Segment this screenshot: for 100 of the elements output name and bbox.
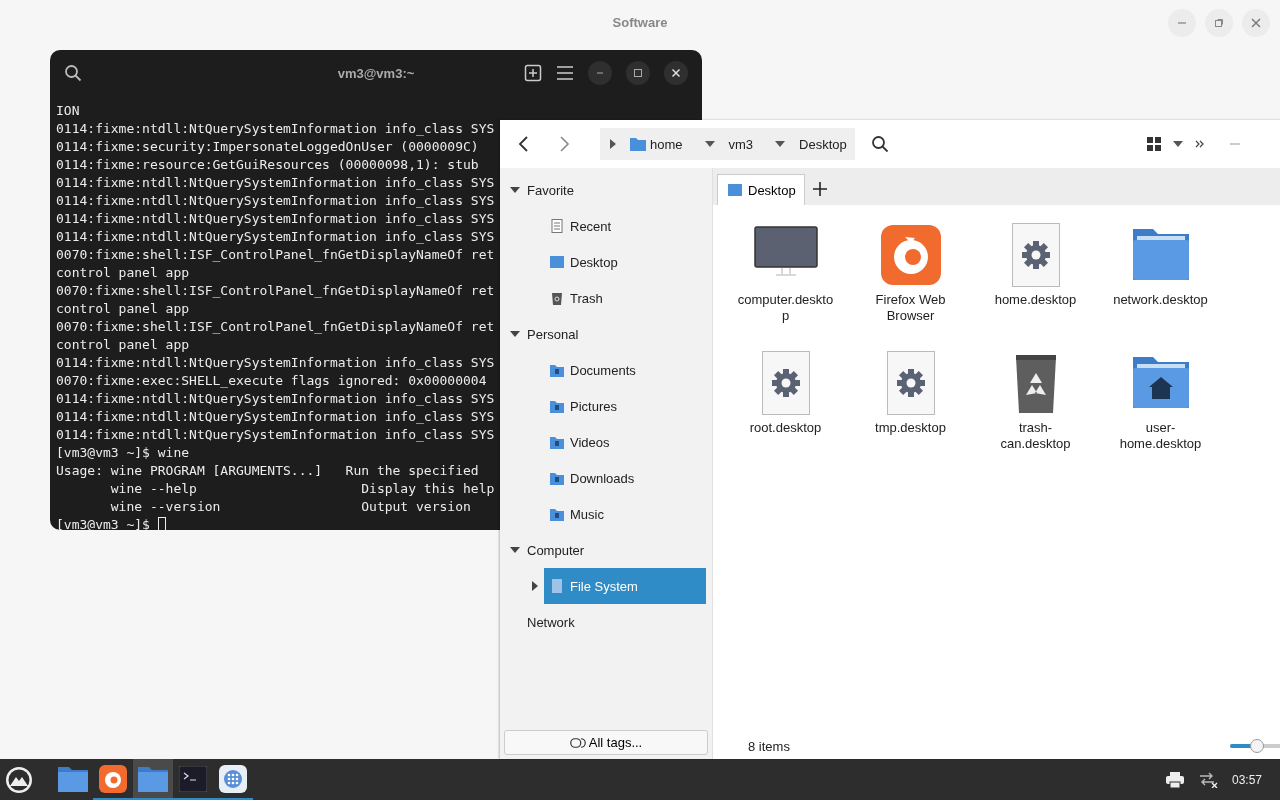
close-icon (671, 68, 681, 78)
desktop-icon (550, 255, 564, 269)
dropdown-caret-icon[interactable] (775, 141, 786, 147)
trash-icon (550, 291, 564, 305)
network-disconnected-icon[interactable] (1197, 771, 1218, 788)
sidebar-section[interactable]: Personal (527, 326, 579, 342)
file-name: computer.desktop (736, 292, 835, 324)
terminal-line: Usage: wine PROGRAM [ARGUMENTS...] Run the specified (56, 462, 479, 480)
printer-icon[interactable] (1165, 771, 1184, 788)
downloads-icon (550, 471, 564, 485)
terminal-line: 0114:fixme:ntdll:NtQuerySystemInformation info_class SYS (56, 174, 495, 192)
drive-icon (550, 579, 564, 593)
expand-arrow-icon[interactable] (509, 185, 520, 195)
sidebar-section[interactable]: Favorite (527, 182, 574, 198)
terminal-line: 0114:fixme:ntdll:NtQuerySystemInformation info_class SYS (56, 426, 495, 444)
expand-arrow-icon[interactable] (610, 139, 616, 149)
sidebar-item[interactable]: Trash (544, 280, 706, 316)
expand-arrow-icon[interactable] (509, 329, 520, 339)
terminal-line: ION (56, 102, 80, 120)
maximize-icon (633, 68, 643, 78)
terminal-line: 0114:fixme:ntdll:NtQuerySystemInformation info_class SYS (56, 390, 495, 408)
terminal-line: 0114:fixme:ntdll:NtQuerySystemInformation info_class SYS (56, 210, 495, 228)
tab[interactable]: Desktop (717, 174, 805, 205)
terminal-line: 0114:fixme:ntdll:NtQuerySystemInformation info_class SYS (56, 192, 495, 210)
sidebar-item[interactable]: File System (544, 568, 706, 604)
sidebar-item[interactable]: Music (544, 496, 706, 532)
terminal-icon (179, 765, 207, 792)
sidebar-item[interactable]: Videos (544, 424, 706, 460)
dropdown-caret-icon[interactable] (1173, 141, 1183, 147)
terminal-line: control panel app (56, 300, 190, 318)
sidebar-item[interactable]: Pictures (544, 388, 706, 424)
sidebar-section[interactable]: Network (527, 614, 575, 630)
start-menu-icon[interactable] (5, 765, 33, 794)
tag-icon (569, 737, 586, 748)
folder-icon (138, 765, 168, 792)
new-tab-icon[interactable] (524, 64, 542, 82)
add-tab-icon[interactable] (812, 181, 827, 196)
sidebar-item[interactable]: Recent (544, 208, 706, 244)
terminal-line: [vm3@vm3 ~]$ wine (56, 444, 190, 462)
folder-icon (630, 137, 646, 151)
window-title: vm3@vm3:~ (337, 65, 415, 81)
file-name: user-home.desktop (1118, 420, 1203, 452)
grid-view-icon[interactable] (1147, 137, 1161, 151)
sidebar-item[interactable]: Downloads (544, 460, 706, 496)
clock[interactable]: 03:57 (1231, 772, 1262, 787)
minimize-icon (596, 72, 604, 74)
app-grid-icon (219, 764, 247, 793)
terminal-line: wine --help Display this help (109, 480, 495, 498)
terminal-line: 0070:fixme:shell:ISF_ControlPanel_fnGetDisplayNameOf ret (56, 318, 495, 336)
path-segment[interactable]: vm3 (726, 136, 756, 152)
terminal-line: 0114:fixme:security:ImpersonateLoggedOnUser (0000009C) (56, 138, 479, 156)
more-icon[interactable] (1195, 140, 1204, 148)
back-icon[interactable] (518, 136, 530, 152)
menu-icon[interactable] (556, 65, 574, 81)
file-name: tmp.desktop (874, 420, 947, 436)
path-segment[interactable]: home (628, 136, 685, 152)
videos-icon (550, 435, 564, 449)
terminal-line: 0114:fixme:ntdll:NtQuerySystemInformation info_class SYS (56, 354, 495, 372)
terminal-line: 0114:fixme:ntdll:NtQuerySystemInformation info_class SYS (56, 228, 495, 246)
search-icon[interactable] (870, 135, 889, 153)
music-icon (550, 507, 564, 521)
path-segment[interactable]: Desktop (797, 136, 849, 152)
close-icon (1251, 18, 1261, 28)
expand-arrow-icon[interactable] (532, 581, 538, 591)
terminal-line: wine --version Output version (109, 498, 471, 516)
sidebar-item[interactable]: Documents (544, 352, 706, 388)
pictures-icon (550, 399, 564, 413)
file-name: network.desktop (1112, 292, 1209, 308)
zoom-slider[interactable] (1230, 739, 1280, 753)
browser-icon[interactable] (878, 223, 943, 287)
dropdown-caret-icon[interactable] (704, 141, 715, 147)
terminal-line: control panel app (56, 264, 190, 282)
minimize-icon (1177, 22, 1187, 24)
file-name: trash-can.desktop (999, 420, 1072, 452)
terminal-line: control panel app (56, 336, 190, 354)
restore-button[interactable] (1205, 9, 1233, 37)
terminal-line: 0070:fixme:shell:ISF_ControlPanel_fnGetDisplayNameOf ret (56, 246, 495, 264)
text-cursor (157, 517, 166, 530)
file-name: root.desktop (748, 420, 823, 436)
expand-arrow-icon[interactable] (509, 545, 520, 555)
item-count: 8 items (748, 738, 790, 754)
terminal-line: 0114:fixme:resource:GetGuiResources (00000098,1): stub (56, 156, 479, 174)
file-name: home.desktop (993, 292, 1078, 308)
terminal-line: 0114:fixme:ntdll:NtQuerySystemInformation info_class SYS (56, 408, 495, 426)
sidebar-item[interactable]: Desktop (544, 244, 706, 280)
file-name: Firefox Web Browser (874, 292, 947, 324)
terminal-line: 0114:fixme:ntdll:NtQuerySystemInformation info_class SYS (56, 120, 495, 138)
browser-icon (99, 764, 127, 793)
folder-icon (728, 184, 742, 196)
documents-icon (550, 363, 564, 377)
recent-icon (550, 219, 564, 233)
restore-icon (1214, 18, 1224, 28)
maximize-button[interactable] (626, 61, 650, 85)
terminal-line: 0070:fixme:exec:SHELL_execute flags ignored: 0x00000004 (56, 372, 487, 390)
search-icon[interactable] (64, 64, 82, 82)
all-tags-button[interactable]: All tags... (504, 730, 708, 755)
slider-thumb[interactable] (1250, 739, 1264, 753)
close-button[interactable] (664, 61, 688, 85)
sidebar-section[interactable]: Computer (527, 542, 585, 558)
forward-icon[interactable] (558, 136, 570, 152)
